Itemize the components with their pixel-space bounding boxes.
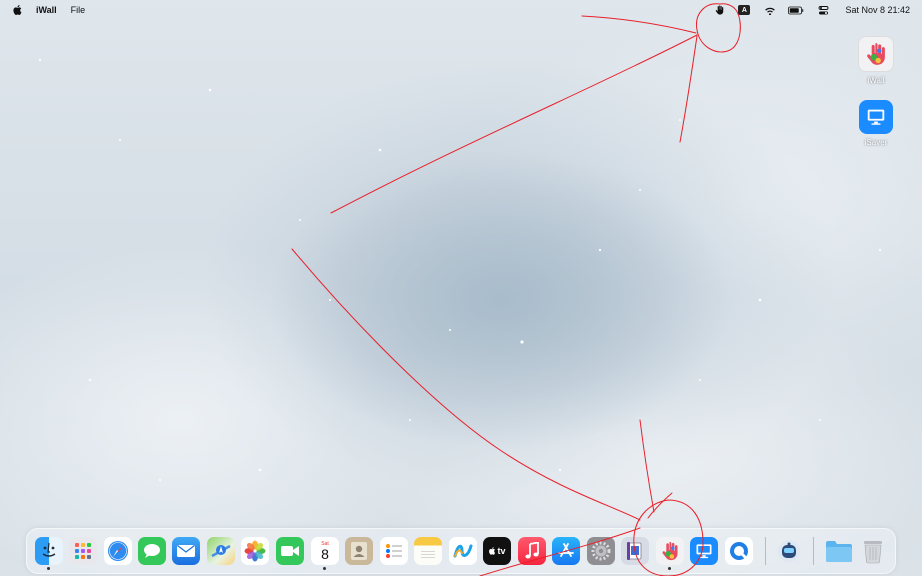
reminders-list-icon (386, 544, 402, 558)
wifi-icon[interactable] (764, 0, 776, 20)
annotation-line (647, 492, 673, 519)
apple-menu-icon[interactable] (12, 4, 24, 16)
quicktime-icon (730, 542, 748, 560)
control-center-icon[interactable] (818, 0, 829, 20)
menu-file[interactable]: File (71, 5, 86, 15)
dock-music[interactable] (518, 537, 546, 565)
dock-messages[interactable] (138, 537, 166, 565)
desktop-icon-isaver[interactable]: iSaver (846, 100, 906, 147)
contacts-person-icon (351, 542, 367, 560)
trash-icon (864, 541, 882, 564)
preview-icon (627, 542, 642, 560)
dock-contacts[interactable] (345, 537, 373, 565)
wallpaper (0, 0, 922, 576)
dock: Sat 8 tv (26, 528, 896, 574)
red-annotation-overlay (291, 3, 741, 576)
tv-label: tv (497, 546, 506, 556)
folder-icon (826, 541, 852, 562)
desktop-icon-iwall[interactable]: iWall (846, 36, 906, 85)
dock-tv[interactable]: tv (483, 537, 511, 565)
dock-facetime[interactable] (276, 537, 304, 565)
dock-separator (813, 537, 814, 565)
dock-system-settings[interactable] (587, 537, 615, 565)
maps-icon (211, 544, 231, 558)
calendar-date-label: 8 (321, 545, 329, 562)
isaver-app-icon (859, 100, 893, 134)
desktop-icon-label: iWall (867, 76, 885, 85)
gear-icon (591, 541, 611, 561)
annotation-line (679, 35, 698, 143)
dock-mail[interactable] (172, 537, 200, 565)
isaver-monitor-icon (696, 544, 712, 559)
dock-quicktime[interactable] (725, 537, 753, 565)
app-store-icon (558, 543, 574, 557)
apple-logo-icon (489, 547, 496, 555)
mail-envelope-icon (177, 545, 195, 557)
dock-separator (765, 537, 766, 565)
annotation-line (330, 34, 698, 214)
dock-notes[interactable] (414, 537, 442, 565)
facetime-camera-icon (281, 546, 299, 556)
photos-flower-icon (244, 540, 266, 562)
annotation-line (639, 419, 655, 513)
safari-compass-icon (108, 541, 128, 561)
iwall-app-icon (858, 36, 894, 72)
dock-launchpad[interactable] (69, 537, 97, 565)
dock-finder[interactable] (35, 537, 63, 565)
launchpad-icon (75, 543, 91, 559)
dock-photos[interactable] (241, 537, 269, 565)
messages-bubble-icon (144, 544, 160, 558)
dock-downloads-folder[interactable] (825, 537, 853, 565)
notes-icon (421, 551, 435, 558)
dock-reminders[interactable] (380, 537, 408, 565)
keyboard-input-icon[interactable]: A (738, 0, 751, 20)
dock-freeform[interactable] (449, 537, 477, 565)
dock-isaver[interactable] (690, 537, 718, 565)
annotation-line (291, 248, 641, 521)
dock-calendar[interactable]: Sat 8 (311, 537, 339, 565)
dock-preview[interactable] (621, 537, 649, 565)
app-menu-iwall[interactable]: iWall (36, 5, 57, 15)
running-indicator (668, 567, 671, 570)
finder-icon (42, 542, 56, 557)
freeform-scribble-icon (453, 544, 473, 558)
running-indicator (323, 567, 326, 570)
iwall-hand-icon (662, 541, 678, 561)
dock-maps[interactable] (207, 537, 235, 565)
menu-bar: iWall File A Sat Nov 8 21:42 (0, 0, 922, 20)
battery-icon[interactable] (788, 0, 804, 20)
dock-screensaver[interactable] (775, 537, 803, 565)
iwall-hand-icon[interactable] (712, 0, 726, 20)
dock-safari[interactable] (104, 537, 132, 565)
running-indicator (47, 567, 50, 570)
dock-trash[interactable] (859, 537, 887, 565)
dock-iwall[interactable] (656, 537, 684, 565)
menu-bar-clock[interactable]: Sat Nov 8 21:42 (845, 5, 910, 15)
dock-app-store[interactable] (552, 537, 580, 565)
screensaver-robot-icon (778, 540, 800, 562)
music-note-icon (525, 542, 539, 559)
desktop-icon-label: iSaver (864, 138, 888, 147)
